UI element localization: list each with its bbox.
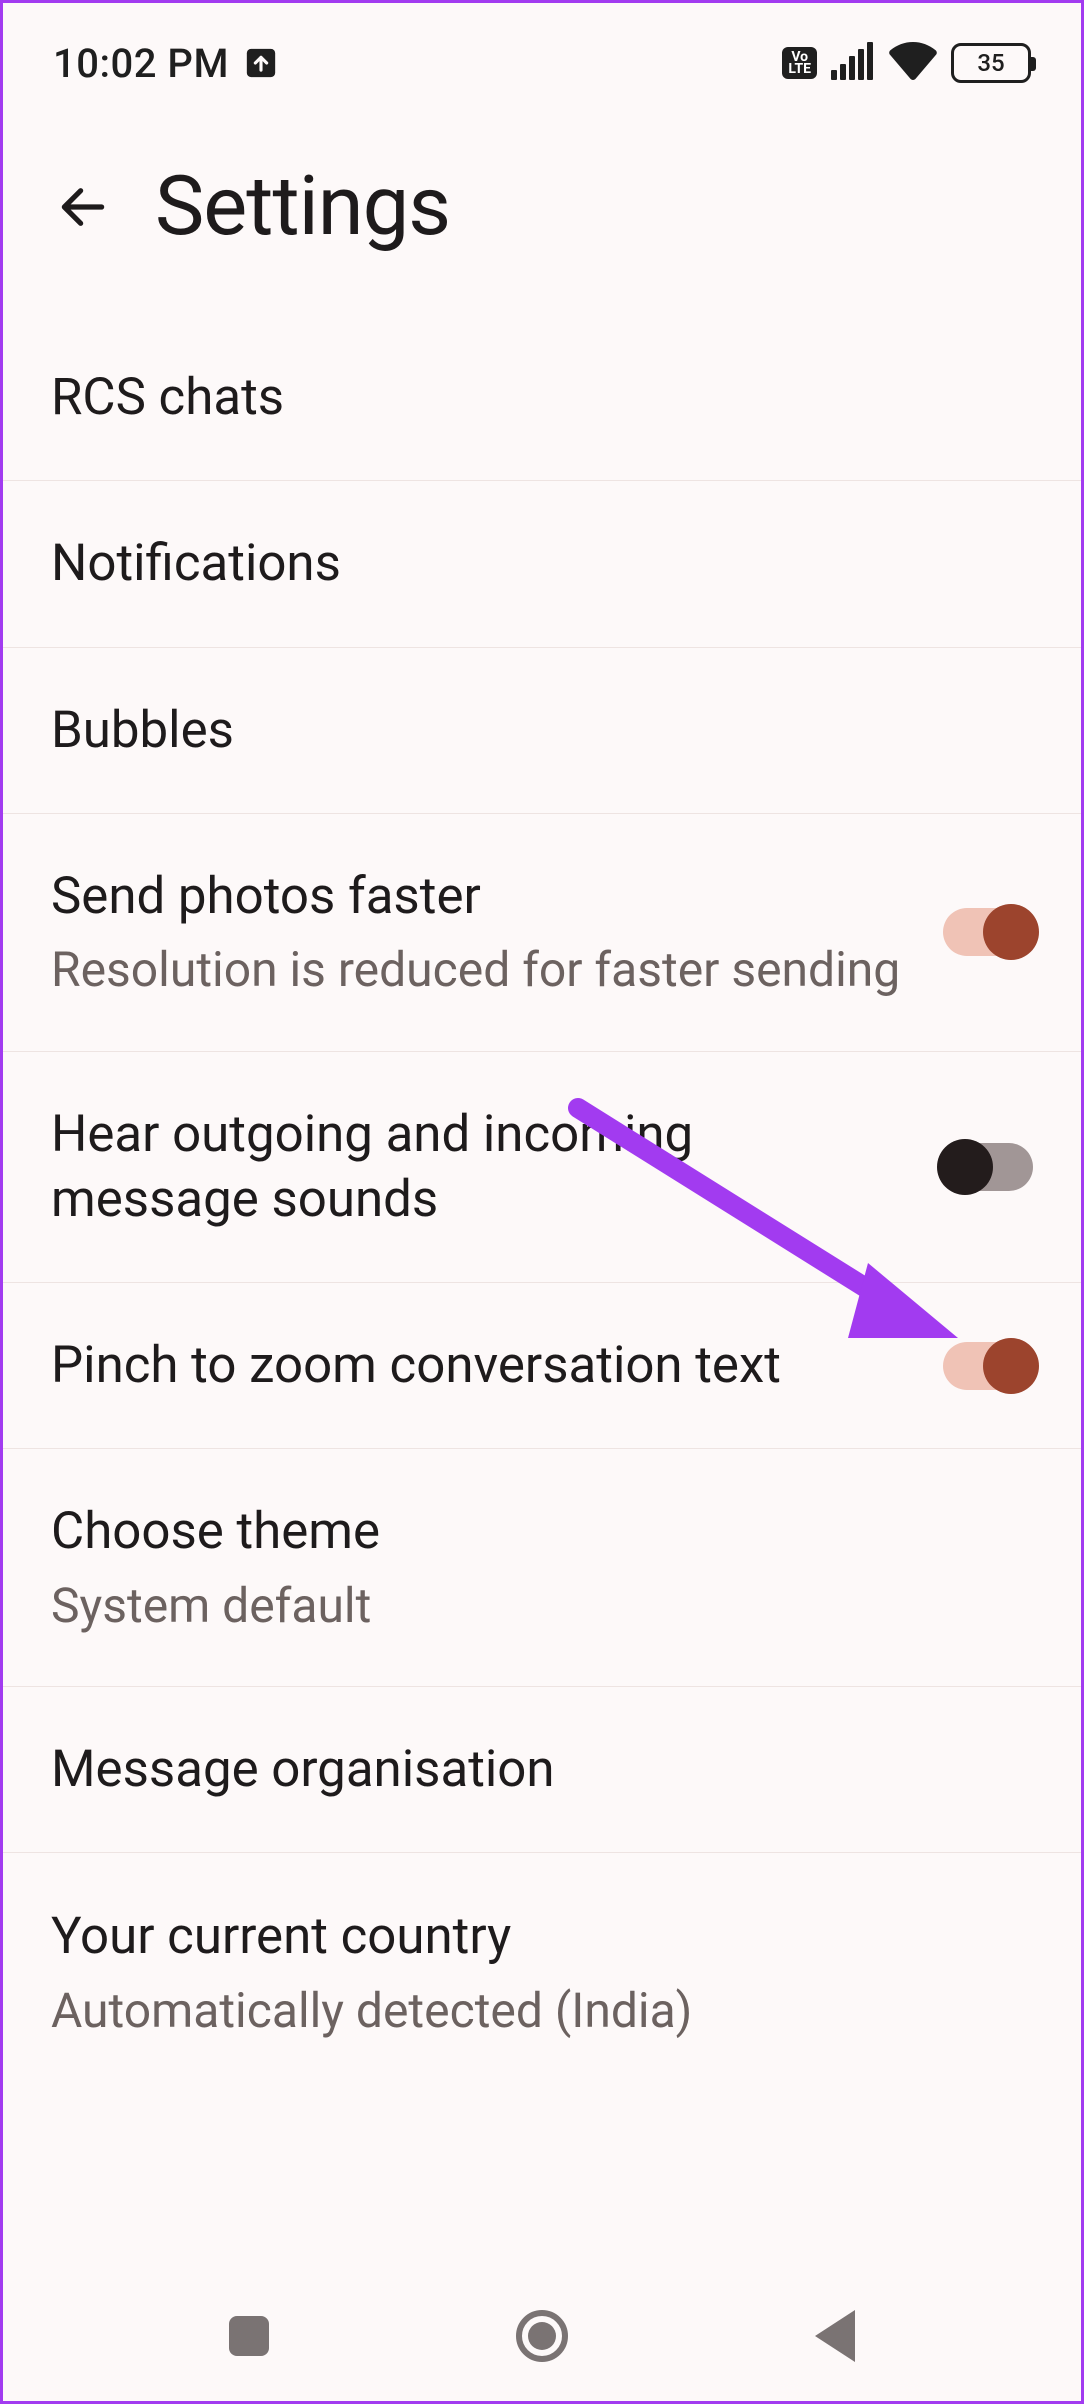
triangle-left-icon	[815, 2310, 855, 2362]
battery-icon: 35	[951, 43, 1031, 83]
row-current-country[interactable]: Your current country Automatically detec…	[3, 1852, 1081, 2042]
page-title: Settings	[155, 158, 450, 255]
row-message-organisation[interactable]: Message organisation	[3, 1686, 1081, 1852]
status-right: VoLTE 35	[782, 42, 1031, 84]
row-title: Your current country	[51, 1904, 1033, 1969]
row-title: Send photos faster	[51, 864, 913, 929]
app-header: Settings	[3, 103, 1081, 315]
row-title: Message organisation	[51, 1737, 1033, 1802]
row-subtitle: Automatically detected (India)	[51, 1980, 1033, 2041]
square-icon	[229, 2316, 269, 2356]
upload-icon	[243, 45, 279, 81]
settings-list: RCS chats Notifications Bubbles Send pho…	[3, 315, 1081, 2042]
nav-recent-button[interactable]	[209, 2296, 289, 2376]
wifi-icon	[889, 42, 937, 84]
cellular-signal-icon	[831, 42, 875, 84]
status-bar: 10:02 PM VoLTE 35	[3, 3, 1081, 103]
circle-icon	[516, 2310, 568, 2362]
row-title: Choose theme	[51, 1499, 1033, 1564]
row-rcs-chats[interactable]: RCS chats	[3, 315, 1081, 480]
volte-icon: VoLTE	[782, 47, 817, 79]
nav-back-button[interactable]	[795, 2296, 875, 2376]
toggle-pinch-zoom[interactable]	[943, 1342, 1033, 1390]
row-title: RCS chats	[51, 365, 1033, 430]
row-title: Notifications	[51, 531, 1033, 596]
battery-level: 35	[977, 49, 1004, 77]
status-left: 10:02 PM	[53, 40, 279, 87]
row-bubbles[interactable]: Bubbles	[3, 647, 1081, 813]
arrow-left-icon	[55, 179, 111, 235]
row-subtitle: Resolution is reduced for faster sending	[51, 939, 913, 1000]
row-title: Hear outgoing and incoming message sound…	[51, 1102, 913, 1233]
nav-home-button[interactable]	[502, 2296, 582, 2376]
row-message-sounds[interactable]: Hear outgoing and incoming message sound…	[3, 1051, 1081, 1283]
row-title: Bubbles	[51, 698, 1033, 763]
row-notifications[interactable]: Notifications	[3, 480, 1081, 646]
toggle-send-photos-faster[interactable]	[943, 908, 1033, 956]
back-button[interactable]	[51, 175, 115, 239]
toggle-message-sounds[interactable]	[943, 1143, 1033, 1191]
clock: 10:02 PM	[53, 40, 229, 87]
row-subtitle: System default	[51, 1575, 1033, 1636]
row-choose-theme[interactable]: Choose theme System default	[3, 1448, 1081, 1686]
row-title: Pinch to zoom conversation text	[51, 1333, 913, 1398]
row-pinch-zoom[interactable]: Pinch to zoom conversation text	[3, 1282, 1081, 1448]
row-send-photos-faster[interactable]: Send photos faster Resolution is reduced…	[3, 813, 1081, 1051]
navigation-bar	[3, 2271, 1081, 2401]
